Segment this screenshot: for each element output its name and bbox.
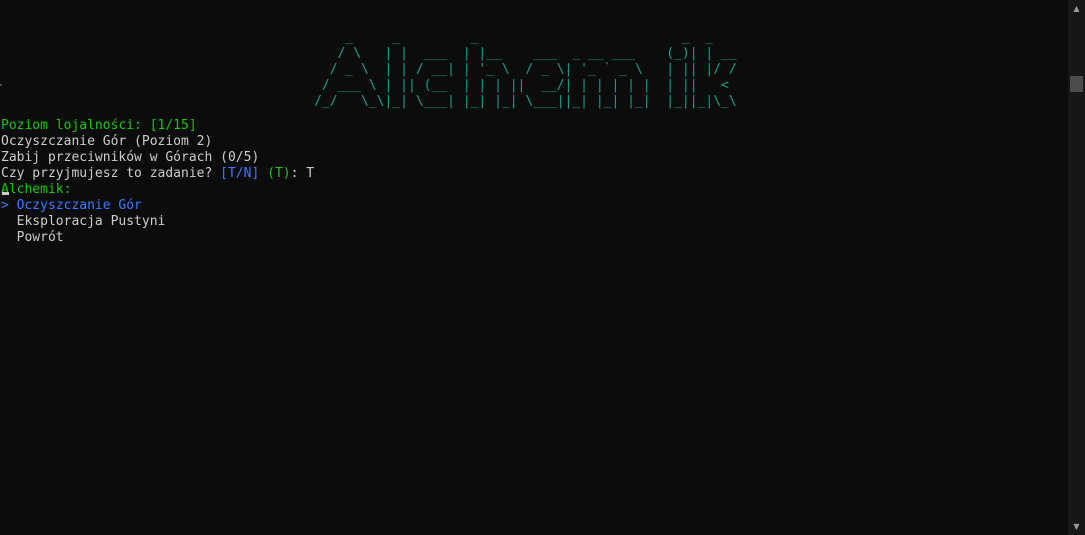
options-hint: [T/N]: [220, 166, 260, 181]
alchemik-ascii-banner: _ _ _ _ _ / \ | | ___ | |__ ___ _ __ ___…: [1, 30, 745, 110]
menu-item-selected[interactable]: > Oczyszczanie Gór: [1, 198, 314, 214]
default-hint: (T): [267, 166, 291, 181]
banner-line: / ___ \ | || (__ | | | || __/| | | | | |…: [1, 78, 737, 93]
menu-item-label: Powrót: [16, 230, 64, 245]
vertical-scrollbar[interactable]: ▲ ▼: [1068, 0, 1085, 535]
quest-accept-prompt: Czy przyjmujesz to zadanie? [T/N] (T): T: [1, 166, 314, 182]
scroll-up-icon[interactable]: ▲: [1068, 0, 1085, 17]
menu-item[interactable]: Powrót: [1, 230, 314, 246]
menu-item[interactable]: Eksploracja Pustyni: [1, 214, 314, 230]
banner-line: /_/ \_\|_| \___| |_| |_| \___||_| |_| |_…: [1, 94, 737, 109]
prompt-text: Czy przyjmujesz to zadanie?: [1, 166, 221, 181]
answer-separator: :: [290, 166, 307, 181]
text-cursor: [2, 192, 9, 195]
banner-line: / \ | | ___ | |__ ___ _ __ ___ (_)| | __: [1, 46, 737, 61]
banner-line: / _ \ | | / __| | '_ \ / _ \| '_ ` _ \ |…: [1, 62, 737, 77]
loyalty-level: Poziom lojalności: [1/15]: [1, 118, 197, 133]
scroll-thumb[interactable]: [1070, 76, 1083, 92]
menu-item-label: Oczyszczanie Gór: [16, 198, 142, 213]
console-lines: Poziom lojalności: [1/15] Oczyszczanie G…: [1, 118, 314, 246]
selector-arrow-icon: >: [1, 198, 17, 213]
npc-name: Alchemik:: [1, 182, 72, 197]
quest-title: Oczyszczanie Gór (Poziom 2): [1, 134, 213, 149]
menu-item-marker: [1, 230, 17, 245]
console-window: _ _ _ _ _ / \ | | ___ | |__ ___ _ __ ___…: [0, 0, 1085, 535]
banner-line: _ _ _ _ _: [1, 30, 745, 45]
window-edge-mark: [0, 84, 2, 86]
menu-item-marker: [1, 214, 17, 229]
scroll-down-icon[interactable]: ▼: [1068, 518, 1085, 535]
menu-item-label: Eksploracja Pustyni: [16, 214, 166, 229]
quest-objective: Zabij przeciwników w Górach (0/5): [1, 150, 260, 165]
prompt-answer[interactable]: T: [306, 166, 314, 181]
console-output: _ _ _ _ _ / \ | | ___ | |__ ___ _ __ ___…: [1, 0, 1065, 535]
